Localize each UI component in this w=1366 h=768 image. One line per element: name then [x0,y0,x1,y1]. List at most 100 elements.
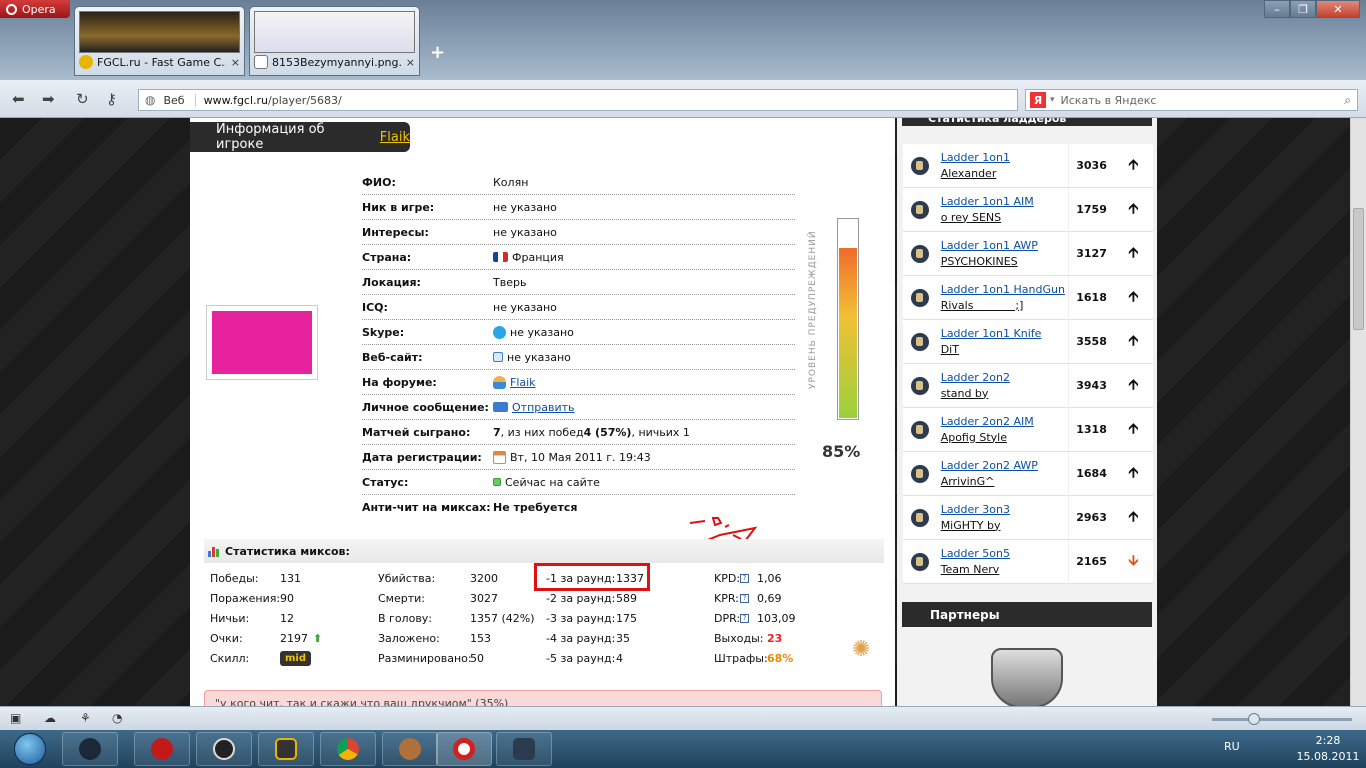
scrollbar-thumb[interactable] [1353,208,1364,330]
taskbar-headset-app[interactable] [196,732,252,766]
taskbar-teddy-app[interactable] [382,732,438,766]
address-bar[interactable]: ◍ Веб www.fgcl.ru/player/5683/ [138,89,1018,111]
opera-menu-button[interactable]: Opera [0,0,70,18]
ladder-leader-link[interactable]: MiGHTY by [941,518,1069,534]
ladder-name-link[interactable]: Ladder 5on5 [941,546,1069,562]
ladder-row[interactable]: Ladder 1on1 AWP PSYCHOKINES 3127 🡩 [903,231,1153,276]
warning-level-percent: 85% [822,442,861,461]
maximize-button[interactable]: ❐ [1290,0,1316,18]
help-icon[interactable]: ? [740,613,749,623]
ladder-row[interactable]: Ladder 5on5 Team Nerv 2165 🡫 [903,539,1153,584]
ladder-name-link[interactable]: Ladder 1on1 [941,150,1069,166]
send-message-link[interactable]: Отправить [512,401,575,414]
help-icon[interactable]: ? [740,573,749,583]
steam-icon [79,738,101,760]
ladder-row[interactable]: Ladder 2on2 stand by 3943 🡩 [903,363,1153,408]
arrow-down-icon: 🡫 [1128,552,1139,569]
unite-icon[interactable]: ⚘ [80,711,91,725]
ladder-row[interactable]: Ladder 3on3 MiGHTY by 2963 🡩 [903,495,1153,540]
opera-icon [453,738,475,760]
tab-fgcl[interactable]: FGCL.ru - Fast Game C... × [74,6,245,76]
url-text[interactable]: www.fgcl.ru/player/5683/ [204,94,342,107]
ladder-leader-link[interactable]: DiT [941,342,1069,358]
ladder-name-link[interactable]: Ladder 3on3 [941,502,1069,518]
panel-toggle-icon[interactable]: ▣ [10,711,21,725]
ladder-leader-link[interactable]: Alexander [941,166,1069,182]
reload-icon[interactable]: ↻ [76,90,89,108]
page-scrollbar[interactable] [1350,118,1366,706]
ladder-leader-link[interactable]: PSYCHOKINES [941,254,1069,270]
security-zone-label: Веб [163,93,196,107]
ladder-leader-link[interactable]: Apofig Style [941,430,1069,446]
speed-dial-icon[interactable]: ◔ [112,711,122,725]
ladder-leader-link[interactable]: Rivals ;] [941,298,1069,314]
start-button[interactable] [6,730,54,768]
tab-close-icon[interactable]: × [406,56,415,69]
taskbar-garena[interactable] [134,732,190,766]
stat-row: Штрафы: 68% [714,648,796,668]
taskbar-chrome[interactable] [320,732,376,766]
ladder-name-link[interactable]: Ladder 2on2 AIM [941,414,1069,430]
yandex-icon[interactable]: Я [1030,92,1046,108]
zoom-slider[interactable] [1212,718,1352,721]
search-icon[interactable]: ⌕ [1344,93,1351,108]
ladder-name-link[interactable]: Ladder 1on1 HandGun [941,282,1069,298]
ladder-name-link[interactable]: Ladder 1on1 AIM [941,194,1069,210]
ladder-row[interactable]: Ladder 2on2 AWP ArrivinG^ 1684 🡩 [903,451,1153,496]
stat-row: Убийства: 3200 [378,568,535,588]
zoom-slider-handle[interactable] [1248,713,1260,725]
stat-value: 153 [470,631,491,645]
search-placeholder[interactable]: Искать в Яндекс [1061,94,1345,107]
search-engine-dropdown-icon[interactable]: ▾ [1050,95,1055,105]
close-window-button[interactable]: ✕ [1316,0,1360,18]
tab-close-icon[interactable]: × [231,56,240,69]
ladder-leader-link[interactable]: stand by [941,386,1069,402]
clock-date[interactable]: 15.08.2011 [1296,750,1360,763]
new-tab-button[interactable]: + [430,42,445,63]
info-value-text: не указано [493,300,557,314]
stats-column-results: Победы: 131 Поражения: 90 Ничьи: 12 Очки: 21… [210,568,322,668]
ladder-leader-link[interactable]: ArrivinG^ [941,474,1069,490]
ladder-name-link[interactable]: Ladder 1on1 AWP [941,238,1069,254]
ladder-leader-link[interactable]: Team Nerv [941,562,1069,578]
ladder-name-link[interactable]: Ladder 2on2 AWP [941,458,1069,474]
info-value: 7, из них побед 4 (57%), ничьих 1 [493,426,690,439]
arrow-up-icon: 🡩 [1128,288,1139,305]
forum-profile-link[interactable]: Flaik [510,376,536,389]
arrow-up-icon: 🡩 [1128,376,1139,393]
forward-arrow-icon[interactable]: ➡ [42,90,55,108]
ladder-row[interactable]: Ladder 1on1 HandGun Rivals ;] 1618 🡩 [903,275,1153,320]
minimize-button[interactable]: – [1264,0,1290,18]
ladder-row[interactable]: Ladder 1on1 Knife DiT 3558 🡩 [903,319,1153,364]
stat-key: В голову: [378,611,433,625]
ladder-names: Ladder 3on3 MiGHTY by [941,502,1069,534]
search-box[interactable]: Я ▾ Искать в Яндекс ⌕ [1025,89,1358,111]
stat-value: 50 [470,651,484,665]
taskbar-opera[interactable] [436,732,492,766]
stat-key: KPD: [714,571,741,585]
ladder-row[interactable]: Ladder 1on1 AIM o rey SENS 1759 🡩 [903,187,1153,232]
clock-time[interactable]: 2:28 [1296,734,1360,747]
ladder-points: 1618 [1068,275,1113,320]
ladder-name-link[interactable]: Ladder 2on2 [941,370,1069,386]
help-icon[interactable]: ? [740,593,749,603]
back-arrow-icon[interactable]: ⬅ [12,90,25,108]
stat-key: -3 за раунд: [546,611,616,625]
ladder-name-link[interactable]: Ladder 1on1 Knife [941,326,1069,342]
tab-thumbnail [79,11,240,53]
taskbar-counter-strike[interactable] [496,732,552,766]
tab-image[interactable]: 8153Bezymyannyi.png... × [249,6,420,76]
ladder-row[interactable]: Ladder 2on2 AIM Apofig Style 1318 🡩 [903,407,1153,452]
ladder-row[interactable]: Ladder 1on1 Alexander 3036 🡩 [903,143,1153,188]
language-indicator[interactable]: RU [1224,740,1240,753]
taskbar-steam[interactable] [62,732,118,766]
partner-logo-icon[interactable] [991,648,1063,706]
stat-row: -3 за раунд: 175 [546,608,644,628]
player-nick-link[interactable]: Flaik [380,130,410,145]
taskbar-fgcl[interactable] [258,732,314,766]
key-icon[interactable]: ⚷ [106,90,117,108]
ladder-leader-link[interactable]: o rey SENS [941,210,1069,226]
matches-won: 4 (57%) [583,425,632,439]
cloud-icon[interactable]: ☁ [44,711,56,725]
stat-key: Скилл: [210,651,250,665]
